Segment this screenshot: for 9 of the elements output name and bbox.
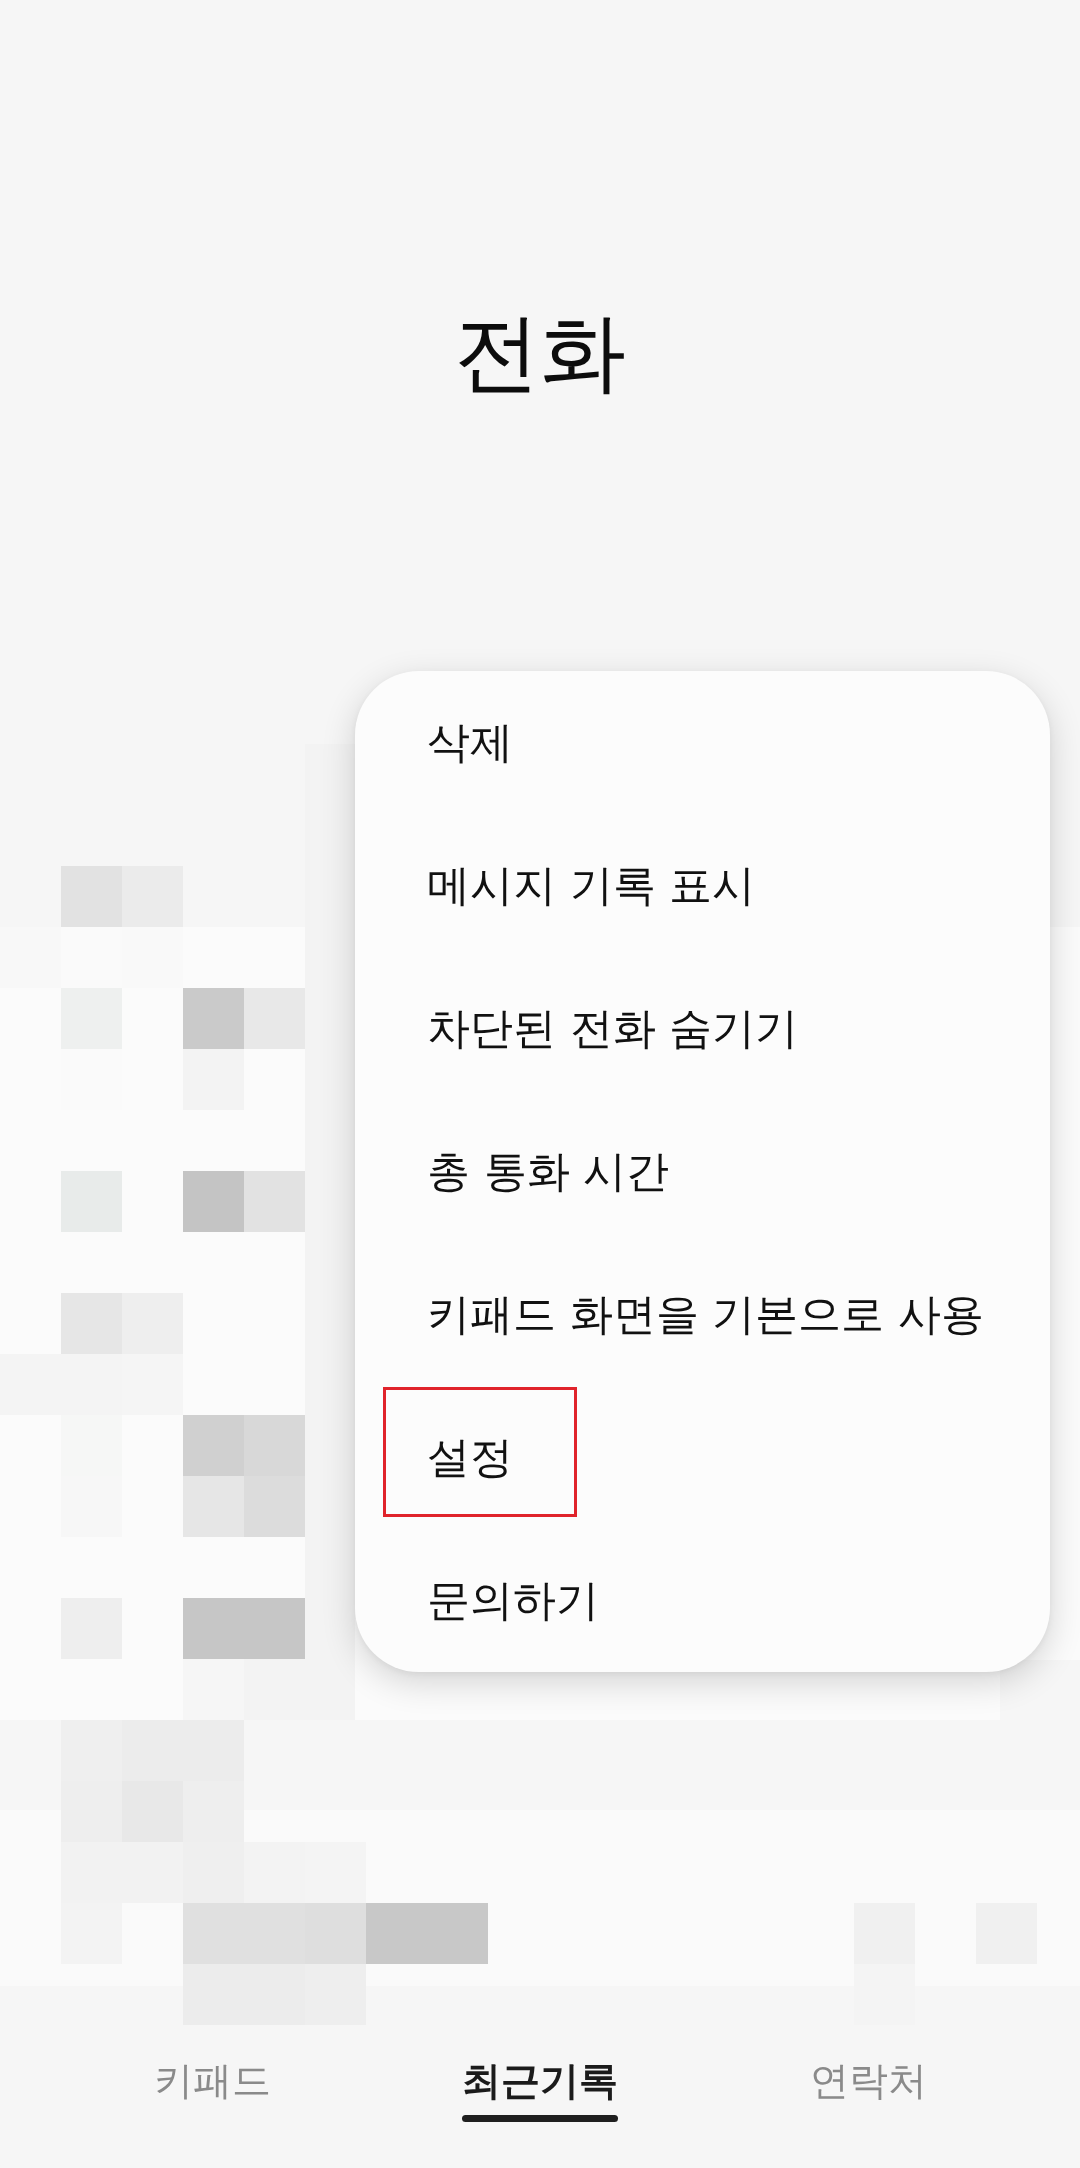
- menu-item[interactable]: 문의하기: [355, 1529, 1050, 1672]
- menu-item[interactable]: 차단된 전화 숨기기: [355, 957, 1050, 1100]
- menu-item[interactable]: 키패드 화면을 기본으로 사용: [355, 1243, 1050, 1386]
- menu-item[interactable]: 메시지 기록 표시: [355, 814, 1050, 957]
- bottom-tab[interactable]: 최근기록: [462, 2055, 618, 2122]
- menu-item[interactable]: 삭제: [355, 671, 1050, 814]
- app-title: 전화: [454, 301, 626, 404]
- menu-item[interactable]: 설정: [355, 1386, 1050, 1529]
- menu-item[interactable]: 총 통화 시간: [355, 1100, 1050, 1243]
